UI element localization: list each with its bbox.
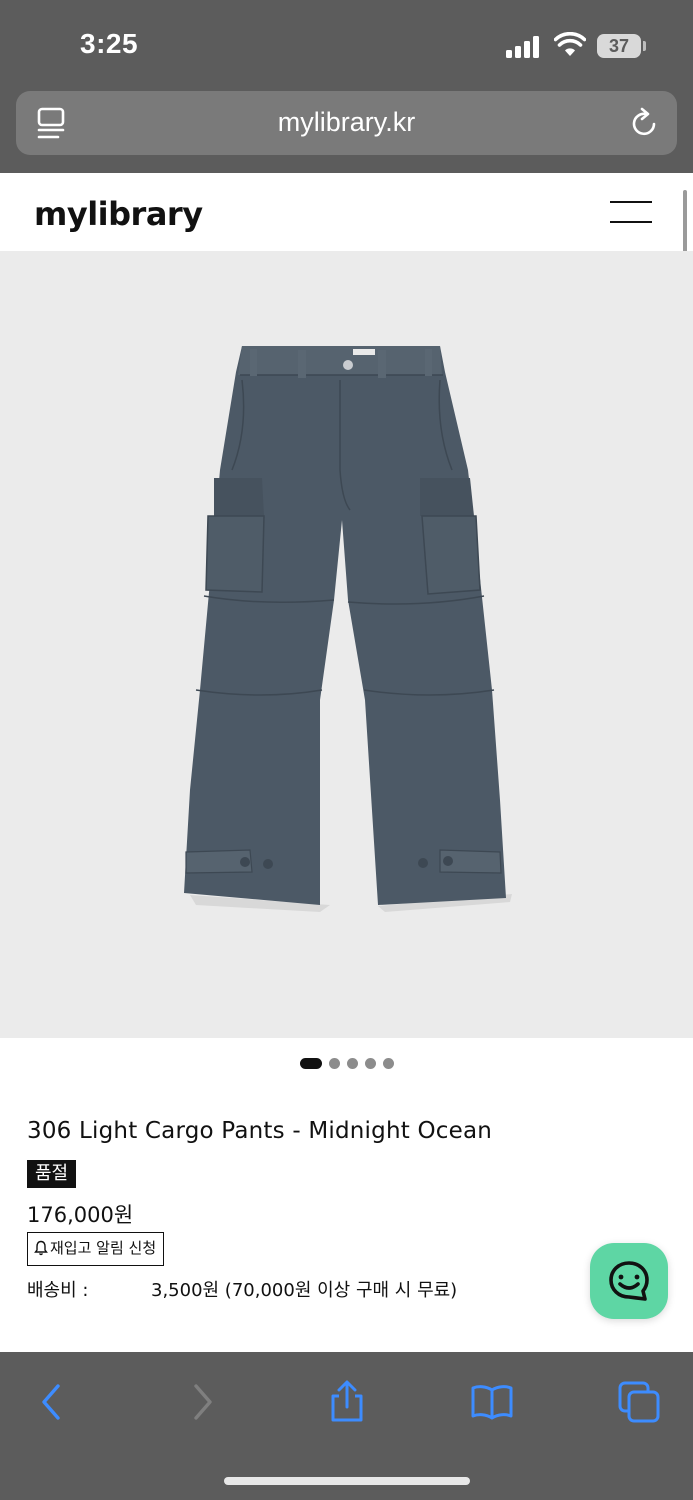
product-image[interactable] — [0, 251, 693, 1038]
chat-button[interactable] — [590, 1243, 668, 1319]
carousel-dot[interactable] — [383, 1058, 394, 1069]
product-title: 306 Light Cargo Pants - Midnight Ocean — [27, 1118, 493, 1144]
browser-top-bar: 3:25 37 mylibrary.kr — [0, 0, 693, 173]
site-header: mylibrary — [0, 173, 693, 251]
forward-icon[interactable] — [180, 1380, 224, 1424]
carousel-dot[interactable] — [365, 1058, 376, 1069]
chat-bubble-icon — [609, 1261, 649, 1301]
carousel-dot[interactable] — [329, 1058, 340, 1069]
browser-bottom-toolbar — [0, 1352, 693, 1500]
url-text[interactable]: mylibrary.kr — [16, 107, 677, 138]
shipping-label: 배송비 : — [27, 1280, 89, 1301]
battery-indicator: 37 — [597, 34, 641, 58]
cellular-signal-icon — [506, 34, 542, 58]
hamburger-menu-icon[interactable] — [610, 199, 654, 225]
home-indicator[interactable] — [224, 1477, 470, 1485]
address-bar[interactable]: mylibrary.kr — [16, 91, 677, 155]
share-icon[interactable] — [325, 1380, 369, 1424]
restock-alert-label: 재입고 알림 신청 — [50, 1239, 157, 1257]
product-price: 176,000원 — [27, 1203, 134, 1227]
tabs-icon[interactable] — [617, 1380, 661, 1424]
back-icon[interactable] — [30, 1380, 74, 1424]
bell-icon — [34, 1240, 48, 1256]
bookmarks-icon[interactable] — [470, 1380, 514, 1424]
cargo-pants-image — [184, 346, 512, 912]
carousel-dot[interactable] — [347, 1058, 358, 1069]
battery-tip — [643, 41, 646, 51]
status-time: 3:25 — [80, 28, 139, 59]
reload-icon[interactable] — [629, 107, 661, 139]
carousel-dot[interactable] — [300, 1058, 322, 1069]
site-logo[interactable]: mylibrary — [34, 195, 203, 233]
shipping-value: 3,500원 (70,000원 이상 구매 시 무료) — [151, 1280, 458, 1301]
restock-alert-button[interactable]: 재입고 알림 신청 — [27, 1232, 165, 1266]
soldout-badge: 품절 — [27, 1160, 77, 1188]
wifi-icon — [554, 32, 586, 56]
